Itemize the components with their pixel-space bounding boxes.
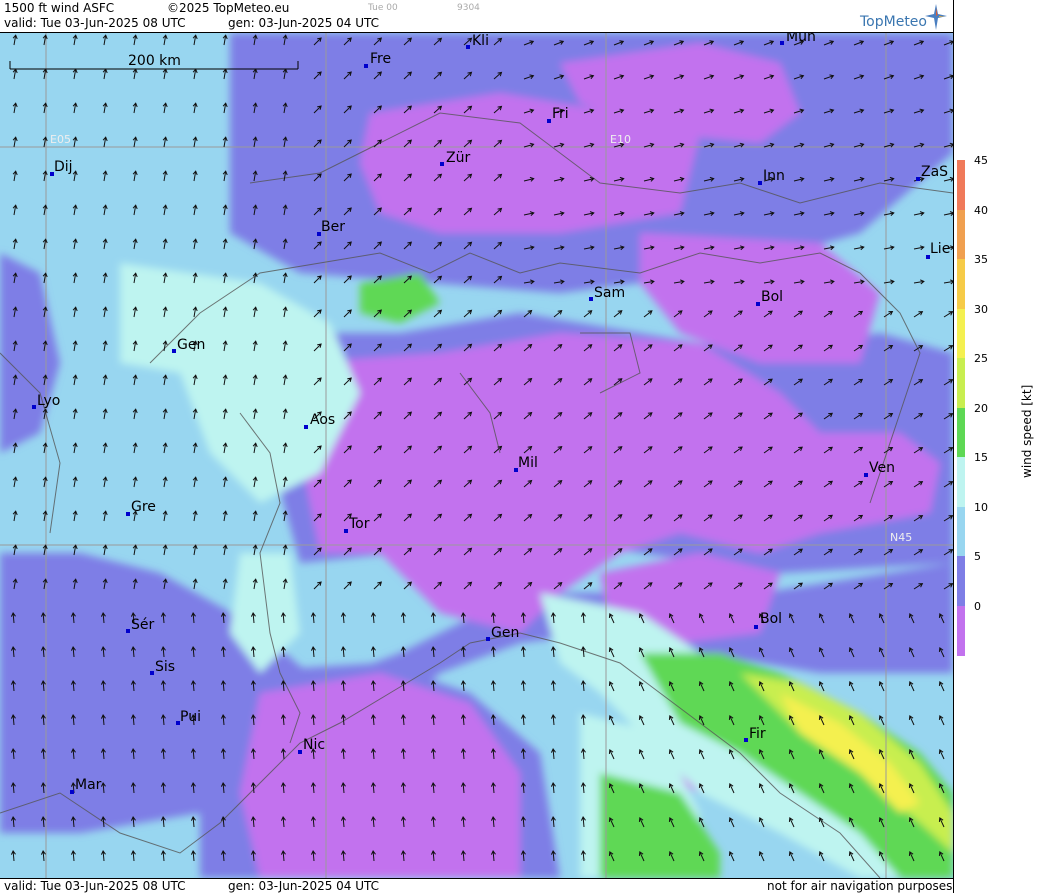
- footer-bar: valid: Tue 03-Jun-2025 08 UTC gen: 03-Ju…: [0, 878, 953, 894]
- city-marker: [780, 41, 784, 45]
- city-marker: [150, 671, 154, 675]
- city-marker: [172, 349, 176, 353]
- colorbar-tick-label: 25: [974, 352, 988, 365]
- city-marker: [440, 162, 444, 166]
- colorbar-segment: [957, 407, 965, 458]
- faint-run-label: Tue 00: [368, 3, 398, 13]
- colorbar-segment: [957, 308, 965, 359]
- city-label: Dij: [54, 159, 73, 175]
- colorbar-segment: [957, 605, 965, 656]
- city-marker: [486, 637, 490, 641]
- city-label: Sis: [155, 659, 175, 675]
- colorbar-tick-label: 35: [974, 253, 988, 266]
- city-label: Kli: [472, 33, 489, 49]
- city-label: Ven: [869, 460, 895, 476]
- city-marker: [589, 297, 593, 301]
- city-label: Zür: [446, 150, 470, 166]
- city-label: Pui: [180, 709, 201, 725]
- footer-valid-time: valid: Tue 03-Jun-2025 08 UTC: [4, 879, 186, 893]
- city-label: Aos: [310, 412, 335, 428]
- city-marker: [70, 790, 74, 794]
- city-label: Sér: [131, 617, 155, 633]
- valid-time: valid: Tue 03-Jun-2025 08 UTC: [4, 16, 186, 30]
- colorbar-tick-label: 45: [974, 154, 988, 167]
- gen-time: gen: 03-Jun-2025 04 UTC: [228, 16, 380, 30]
- city-label: Mün: [786, 33, 816, 45]
- city-label: Lyo: [37, 393, 60, 409]
- colorbar-tick-label: 30: [974, 302, 988, 316]
- city-marker: [547, 119, 551, 123]
- colorbar-title: wind speed [kt]: [1020, 384, 1034, 478]
- colorbar-tick-label: 5: [974, 550, 981, 563]
- colorbar-tick-label: 40: [974, 203, 988, 217]
- colorbar-segment: [957, 259, 965, 309]
- city-marker: [758, 181, 762, 185]
- colorbar: [957, 160, 965, 656]
- city-marker: [466, 45, 470, 49]
- legend-panel: 45 40 35 30 25 20 15 10 5 0 wind speed [kt]: [953, 0, 1045, 893]
- city-label: Fir: [749, 726, 766, 742]
- city-marker: [744, 738, 748, 742]
- colorbar-tick-label: 0: [974, 599, 981, 613]
- city-marker: [916, 177, 920, 181]
- city-marker: [126, 629, 130, 633]
- faint-code-label: 9304: [457, 3, 480, 13]
- wind-map: 200 km E05 E10 N45 Kli Mün Fre Fri Dij Z…: [0, 33, 953, 878]
- grid-label-e10: E10: [610, 133, 631, 146]
- colorbar-segment: [957, 457, 965, 507]
- city-label: Nic: [303, 737, 325, 753]
- city-marker: [364, 64, 368, 68]
- city-label: Mar: [75, 777, 102, 793]
- wind-map-canvas: 200 km E05 E10 N45 Kli Mün Fre Fri Dij Z…: [0, 33, 953, 878]
- header-bar: 1500 ft wind ASFC ©2025 TopMeteo.eu Tue …: [0, 0, 953, 33]
- scale-label: 200 km: [128, 53, 181, 69]
- grid-label-e05: E05: [50, 133, 71, 146]
- logo-star-icon: [925, 4, 947, 30]
- logo-text: TopMeteo: [860, 14, 927, 30]
- colorbar-segment: [957, 209, 965, 260]
- disclaimer-text: not for air navigation purposes: [767, 879, 953, 893]
- city-marker: [756, 302, 760, 306]
- city-marker: [304, 425, 308, 429]
- city-label: Inn: [763, 168, 785, 184]
- city-label: Gen: [177, 337, 205, 353]
- colorbar-tick-label: 20: [974, 401, 988, 415]
- city-marker: [344, 529, 348, 533]
- city-label: Tor: [348, 516, 370, 532]
- colorbar-segment: [957, 556, 965, 606]
- grid-label-n45: N45: [890, 531, 912, 544]
- city-label: Ber: [321, 219, 345, 235]
- copyright-text: ©2025 TopMeteo.eu: [167, 1, 290, 15]
- city-label: Bol: [761, 289, 783, 305]
- city-marker: [126, 512, 130, 516]
- colorbar-tick-label: 15: [974, 451, 988, 464]
- colorbar-segment: [957, 506, 965, 557]
- footer-gen-time: gen: 03-Jun-2025 04 UTC: [228, 879, 380, 893]
- city-marker: [298, 750, 302, 754]
- city-label: Fri: [552, 106, 569, 122]
- city-label: Bol: [760, 611, 782, 627]
- city-label: Fre: [370, 51, 391, 67]
- city-label: Sam: [594, 285, 625, 301]
- product-title: 1500 ft wind ASFC: [4, 1, 115, 15]
- city-label: ZaS: [921, 164, 948, 180]
- city-marker: [864, 473, 868, 477]
- city-label: Gen: [491, 625, 519, 641]
- city-label: Gre: [131, 499, 156, 515]
- colorbar-segment: [957, 358, 965, 408]
- colorbar-segment: [957, 160, 965, 210]
- city-label: Mil: [518, 455, 538, 471]
- colorbar-tick-label: 10: [974, 500, 988, 514]
- city-label: Lie: [930, 241, 950, 257]
- city-marker: [32, 405, 36, 409]
- city-marker: [754, 625, 758, 629]
